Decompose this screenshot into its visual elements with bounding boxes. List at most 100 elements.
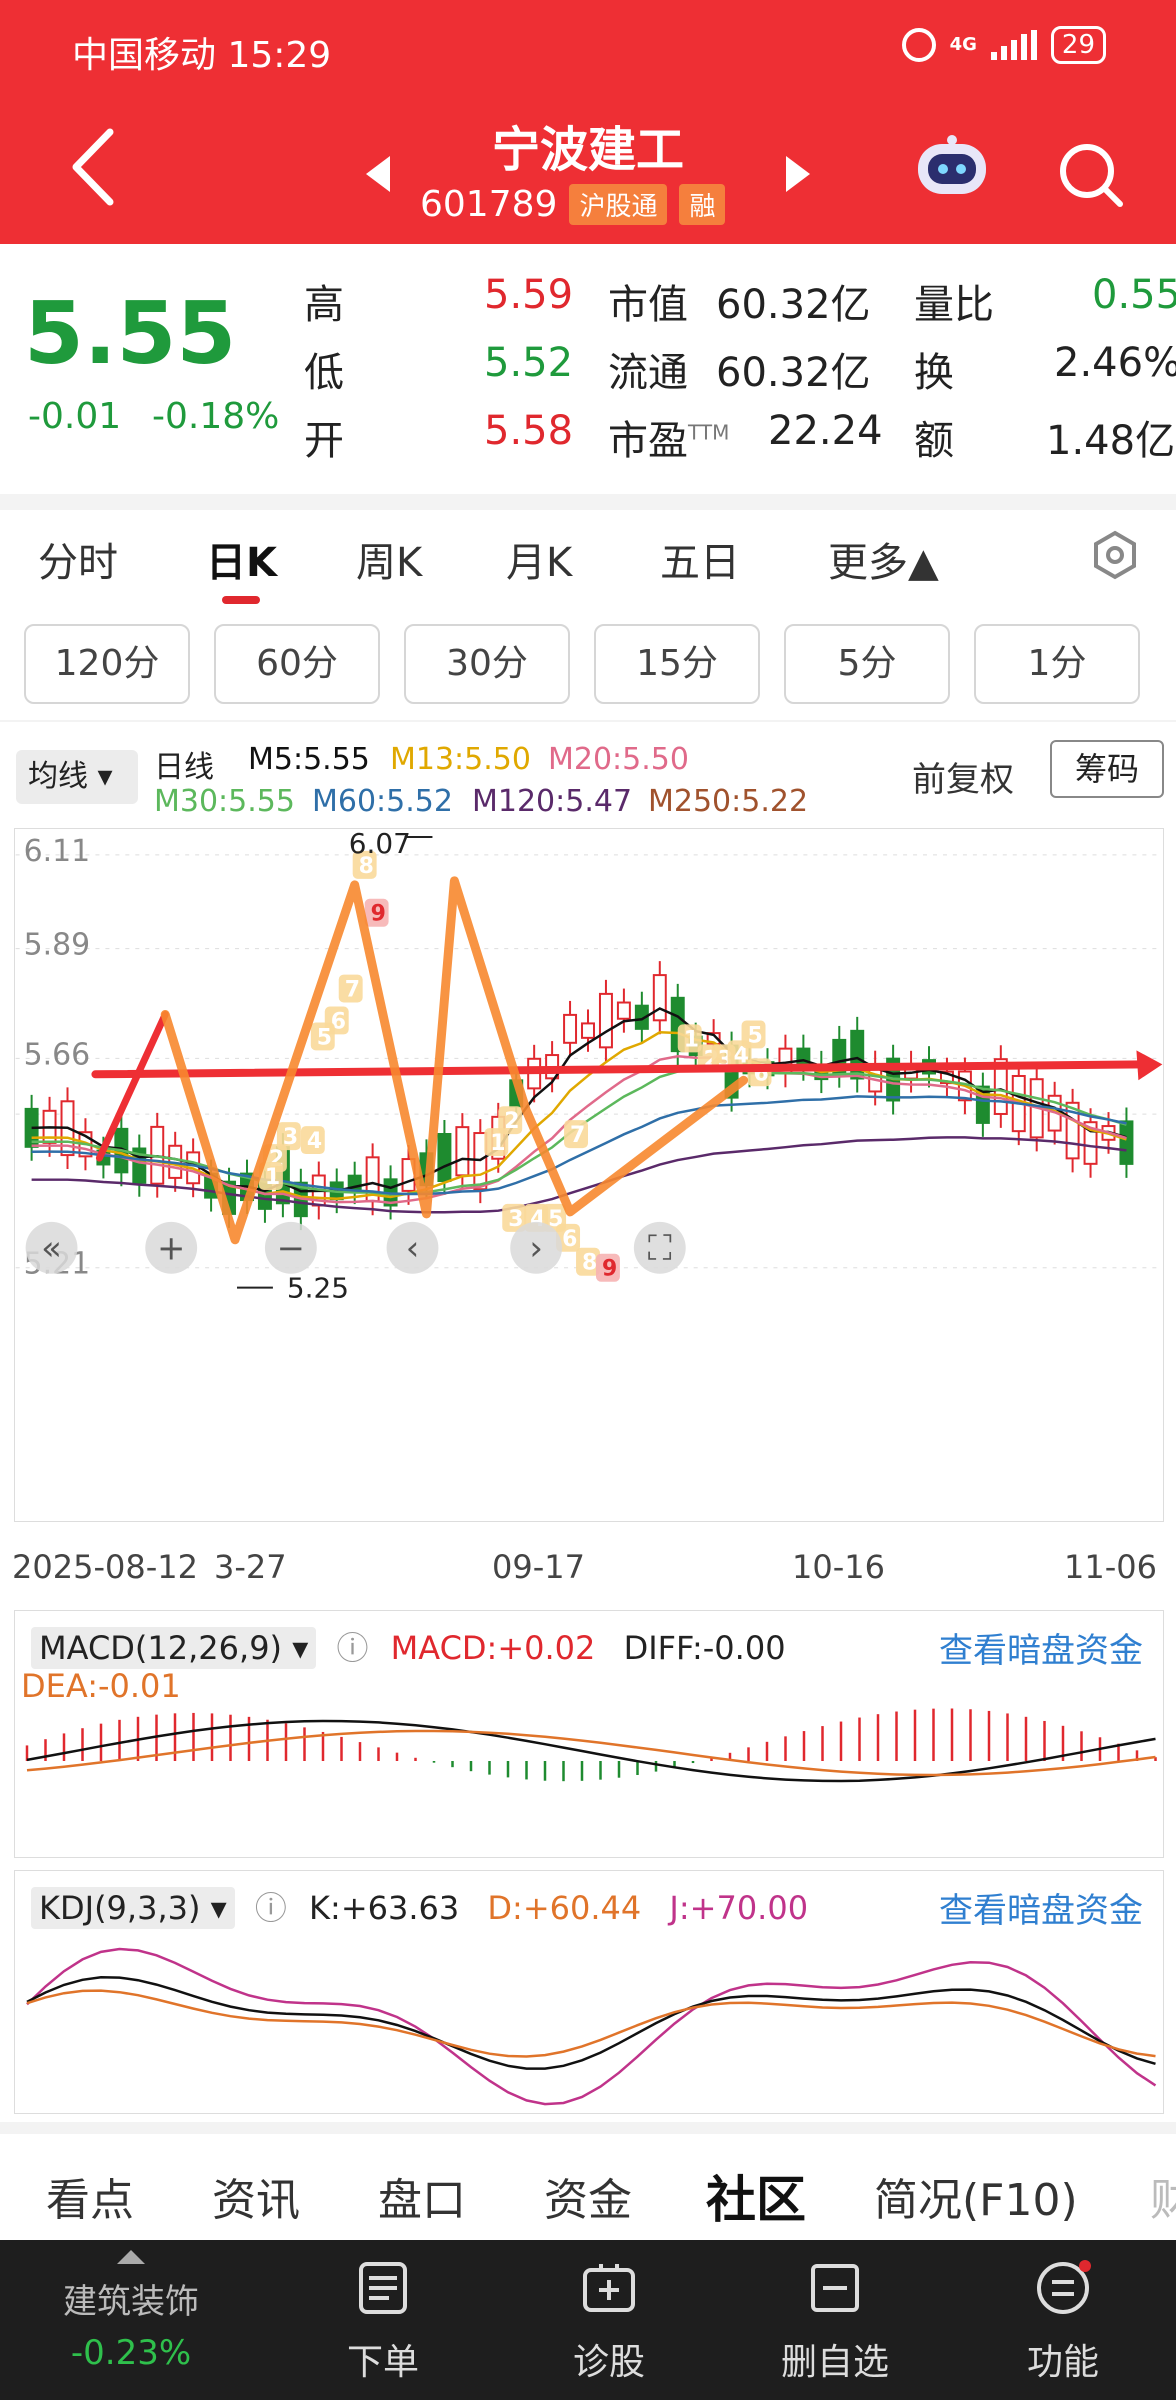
tab-orderbook[interactable]: 盘口 (378, 2164, 466, 2228)
legend-line-label: 日线 (154, 750, 214, 785)
status-bar: 中国移动 15:29 4G 29 (0, 0, 1176, 96)
tab-monthly-k[interactable]: 月K (506, 530, 572, 588)
sector-change: -0.23% (70, 2333, 192, 2373)
zoom-in-icon[interactable]: + (145, 1221, 198, 1274)
pe-value: 22.24 (768, 408, 883, 454)
zoom-out-icon[interactable]: − (264, 1221, 317, 1274)
price-change-pct: -0.18% (152, 396, 280, 437)
low-value: 5.52 (484, 340, 574, 386)
candle-body (455, 1126, 470, 1177)
diagnose-label: 诊股 (572, 2342, 645, 2383)
td-sequence-number: 1 (265, 1165, 280, 1190)
chevron-left-icon[interactable]: ‹ (386, 1221, 439, 1274)
stock-code: 601789 (420, 184, 558, 225)
minute-120-button[interactable]: 120分 (24, 624, 190, 704)
float-value: 60.32亿 (716, 350, 871, 396)
tab-five-day[interactable]: 五日 (660, 530, 740, 588)
diff-line (26, 1719, 1156, 1783)
macd-chart (25, 1708, 1157, 1783)
mcap-label: 市值 (608, 282, 688, 328)
candle-body (581, 1022, 595, 1039)
turnover-label: 换 (914, 350, 954, 396)
stock-code-row: 601789 沪股通 融 (420, 184, 726, 225)
stock-name: 宁波建工 (491, 122, 684, 178)
diagnose-button[interactable]: 诊股 (534, 2260, 684, 2385)
minute-period-bar: 120分 60分 30分 15分 5分 1分 (0, 620, 1176, 720)
ma-select-label: 均线 (28, 759, 88, 794)
network-label: 4G (949, 34, 977, 55)
pe-label-text: 市盈 (608, 418, 688, 464)
fullscreen-icon[interactable]: ⛶ (633, 1221, 686, 1274)
candle-body (598, 992, 613, 1049)
search-icon[interactable] (1056, 140, 1126, 210)
td-sequence-number: 1 (684, 1027, 699, 1052)
low-label: 低 (304, 350, 344, 396)
tab-daily-k[interactable]: 日K (206, 530, 277, 588)
period-tabs: 分时 日K 周K 月K 五日 更多▲ (0, 510, 1176, 620)
mcap-value: 60.32亿 (716, 282, 871, 328)
chart-panel: 均线 ▾ 日线 M5:5.55 M13:5.50 M20:5.50 M30:5.… (0, 722, 1176, 2122)
assistant-robot-icon[interactable] (914, 134, 990, 202)
last-price: 5.55 (24, 284, 237, 384)
adjust-toggle[interactable]: 前复权 (912, 752, 1014, 801)
tab-weekly-k[interactable]: 周K (356, 530, 422, 588)
kdj-chart (26, 1947, 1157, 2106)
order-label: 下单 (346, 2342, 419, 2383)
td-sequence-number: 7 (345, 978, 360, 1003)
hk-connect-badge: 沪股通 (569, 184, 668, 225)
chip-distribution-button[interactable]: 筹码 (1050, 740, 1164, 798)
kdj-panel[interactable]: KDJ(9,3,3) ▾ ⓘ K:+63.63 D:+60.44 J:+70.0… (14, 1870, 1164, 2114)
tab-funds[interactable]: 资金 (544, 2164, 632, 2228)
minute-30-button[interactable]: 30分 (404, 624, 570, 704)
alarm-icon (901, 28, 936, 62)
rewind-icon[interactable]: « (25, 1221, 78, 1274)
legend-m250: M250:5.22 (648, 784, 809, 819)
remove-watchlist-button[interactable]: 删自选 (760, 2260, 910, 2385)
legend-m5: M5:5.55 (248, 742, 370, 777)
td-sequence-number: 4 (307, 1129, 322, 1154)
y-tick-label: 6.11 (24, 834, 91, 869)
sector-button[interactable]: 建筑装饰 -0.23% (56, 2250, 206, 2373)
kline-chart[interactable]: 6.115.895.665.21 89765432134568912345672… (14, 828, 1164, 1522)
high-label: 高 (304, 282, 344, 328)
signal-icon (990, 30, 1037, 60)
td-sequence-number: 5 (317, 1025, 332, 1050)
minute-60-button[interactable]: 60分 (214, 624, 380, 704)
tab-f10-profile[interactable]: 简况(F10) (874, 2164, 1078, 2228)
date-label-start: 2025-08-12 (12, 1548, 198, 1586)
battery-icon: 29 (1050, 26, 1106, 64)
tab-more[interactable]: 更多▲ (828, 530, 939, 588)
candle-body (437, 1133, 452, 1183)
pe-ttm-sup: TTM (688, 420, 730, 445)
order-icon (359, 2262, 407, 2314)
tab-intraday[interactable]: 分时 (38, 530, 118, 588)
minute-15-button[interactable]: 15分 (594, 624, 760, 704)
price-change: -0.01 (28, 396, 122, 437)
tab-community[interactable]: 社区 (706, 2160, 806, 2232)
next-stock-icon[interactable] (786, 156, 810, 192)
k-line (26, 1976, 1156, 2070)
amount-label: 额 (914, 418, 954, 464)
menu-icon (1037, 2260, 1091, 2314)
function-button[interactable]: 功能 (988, 2260, 1138, 2385)
order-button[interactable]: 下单 (308, 2260, 458, 2385)
control-glyph: − (277, 1229, 305, 1268)
tab-active-indicator (222, 596, 260, 604)
low-price-mark: 5.25 (287, 1272, 349, 1305)
td-sequence-number: 5 (748, 1023, 763, 1048)
macd-panel[interactable]: MACD(12,26,9) ▾ ⓘ MACD:+0.02 DIFF:-0.00 … (14, 1610, 1164, 1858)
date-label-end: 11-06 (1064, 1548, 1157, 1586)
ma-select[interactable]: 均线 ▾ (16, 750, 138, 804)
date-label-3: 09-17 (492, 1548, 585, 1586)
tab-highlights[interactable]: 看点 (46, 2164, 134, 2228)
td-sequence-number: 7 (570, 1123, 585, 1148)
header: 中国移动 15:29 4G 29 宁波建工 601789 沪股通 融 (0, 0, 1176, 244)
tab-finance[interactable]: 财 (1150, 2164, 1176, 2228)
tab-news[interactable]: 资讯 (212, 2164, 300, 2228)
settings-icon[interactable] (1090, 530, 1140, 580)
minute-5-button[interactable]: 5分 (784, 624, 950, 704)
volume-ratio-value: 0.55 (1092, 272, 1176, 318)
chevron-right-icon[interactable]: › (510, 1221, 563, 1274)
function-label: 功能 (1026, 2342, 1099, 2383)
minute-1-button[interactable]: 1分 (974, 624, 1140, 704)
